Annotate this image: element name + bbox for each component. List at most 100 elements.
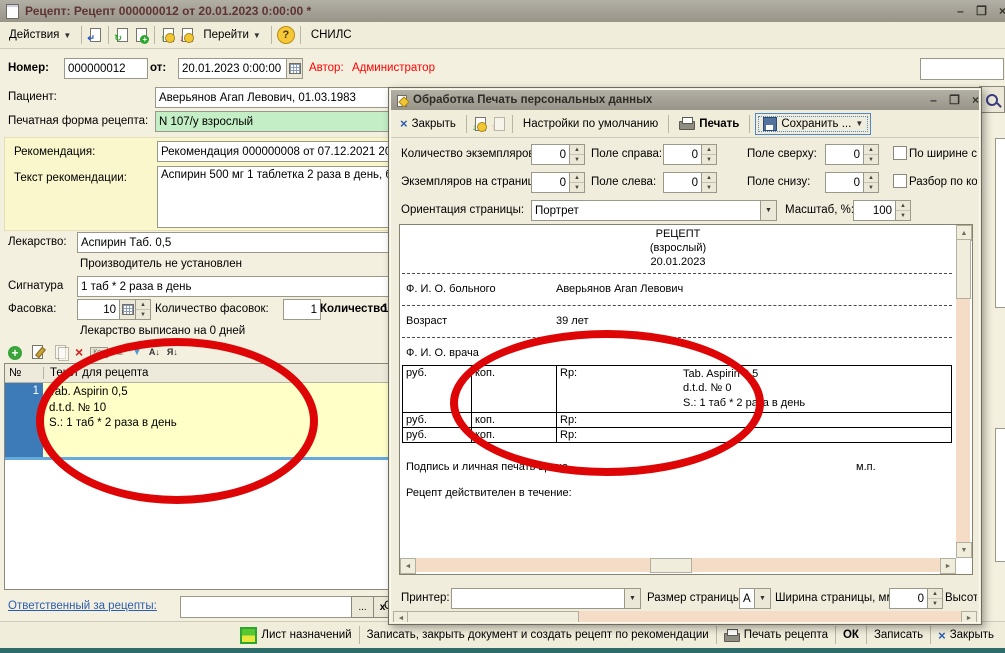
calculator-icon[interactable] xyxy=(119,300,135,319)
page-size-select[interactable]: A ▼ xyxy=(739,588,771,609)
goto-menu-button[interactable]: Перейти▼ xyxy=(198,27,266,43)
move-up-icon[interactable]: ▲ xyxy=(115,347,125,358)
scroll-down-icon[interactable]: ▼ xyxy=(956,542,972,558)
responsible-link[interactable]: Ответственный за рецепты: xyxy=(8,600,157,612)
margin-right-stepper[interactable]: 0 ▲▼ xyxy=(663,144,717,165)
default-settings-button[interactable]: Настройки по умолчанию xyxy=(518,116,663,132)
spinner-buttons[interactable]: ▲▼ xyxy=(863,145,878,164)
margin-top-stepper[interactable]: 0 ▲▼ xyxy=(825,144,879,165)
unpost-document-icon[interactable]: ↓ xyxy=(179,27,195,43)
save-settings-icon[interactable]: ↓ xyxy=(472,116,488,132)
patient-label: Пациент: xyxy=(8,91,57,103)
search-button[interactable] xyxy=(979,86,1005,113)
signature-input[interactable]: 1 таб * 2 раза в день xyxy=(77,276,398,297)
preview-vscrollbar[interactable]: ▲ ▼ xyxy=(956,225,970,558)
add-row-icon[interactable]: + xyxy=(8,346,22,360)
sort-asc-icon[interactable]: А↓ xyxy=(149,348,160,357)
drug-input[interactable]: Аспирин Таб. 0,5 xyxy=(77,232,398,253)
recommendation-input[interactable]: Рекомендация 000000008 от 07.12.2021 20:… xyxy=(157,141,397,162)
minimize-icon[interactable]: – xyxy=(952,4,969,19)
post-document-icon[interactable]: ↑ xyxy=(160,27,176,43)
help-icon[interactable]: ? xyxy=(277,26,295,44)
preview-hscrollbar[interactable]: ◄ ► xyxy=(400,558,956,572)
dialog-close-icon[interactable]: × xyxy=(967,93,980,108)
calendar-icon[interactable] xyxy=(286,59,302,78)
number-input[interactable]: 000000012 xyxy=(64,58,148,79)
recommendation-text-area[interactable]: Аспирин 500 мг 1 таблетка 2 раза в день,… xyxy=(157,166,397,228)
spinner-buttons[interactable]: ▲▼ xyxy=(895,201,910,220)
snils-button[interactable]: СНИЛС xyxy=(306,27,357,43)
collate-checkbox[interactable] xyxy=(893,174,907,188)
dialog-minimize-icon[interactable]: – xyxy=(925,93,942,108)
save-button[interactable]: Записать xyxy=(869,627,928,643)
scroll-right-icon[interactable]: ► xyxy=(940,558,956,574)
move-down-icon[interactable]: ▼ xyxy=(132,347,142,358)
save-close-create-button[interactable]: Записать, закрыть документ и создать рец… xyxy=(362,627,714,643)
dialog-maximize-icon[interactable]: ❒ xyxy=(946,93,963,108)
dialog-close-button[interactable]: × Закрыть xyxy=(395,115,461,132)
printer-select[interactable]: ▼ xyxy=(451,588,641,609)
status-strip xyxy=(0,648,1005,653)
end-edit-icon[interactable]: Кон xyxy=(90,347,108,358)
close-icon[interactable]: × xyxy=(994,4,1005,19)
copy-new-icon[interactable]: + xyxy=(133,27,149,43)
table-row[interactable]: 1 Tab. Aspirin 0,5 d.t.d. № 10 S.: 1 таб… xyxy=(5,383,391,457)
sort-desc-icon[interactable]: Я↓ xyxy=(167,348,178,357)
spinner-buttons[interactable]: ▲▼ xyxy=(701,145,716,164)
rp-line-3: S.: 1 таб * 2 раза в день xyxy=(683,396,805,410)
responsible-select-button[interactable]: ... xyxy=(351,596,374,618)
print-recipe-button[interactable]: Печать рецепта xyxy=(719,627,833,644)
page-width-stepper[interactable]: 0 ▲▼ xyxy=(889,588,943,609)
dialog-hscrollbar[interactable]: ◄ ► xyxy=(393,611,977,623)
scale-stepper[interactable]: 100 ▲▼ xyxy=(853,200,911,221)
reread-icon[interactable]: ↵ xyxy=(87,27,103,43)
row-line-1: Tab. Aspirin 0,5 xyxy=(49,385,385,401)
patient-input[interactable]: Аверьянов Агап Левович, 01.03.1983 xyxy=(155,87,398,108)
spinner-buttons[interactable]: ▲▼ xyxy=(863,173,878,192)
actions-menu-button[interactable]: Действия▼ xyxy=(4,27,76,43)
column-header-text[interactable]: Текст для рецепта xyxy=(44,367,148,379)
refresh-icon[interactable]: ↻ xyxy=(114,27,130,43)
row-text-cell[interactable]: Tab. Aspirin 0,5 d.t.d. № 10 S.: 1 таб *… xyxy=(43,383,391,457)
spinner-buttons[interactable]: ▲▼ xyxy=(701,173,716,192)
copies-label: Количество экземпляров: xyxy=(401,148,538,160)
ok-button[interactable]: ОК xyxy=(838,627,864,643)
scale-label: Масштаб, %: xyxy=(785,204,854,216)
column-header-number[interactable]: № xyxy=(5,367,44,379)
dialog-print-button[interactable]: Печать xyxy=(674,115,744,132)
date-input[interactable]: 20.01.2023 0:00:00 xyxy=(178,58,303,79)
top-right-input[interactable] xyxy=(920,58,1004,80)
maximize-icon[interactable]: ❒ xyxy=(973,4,990,19)
spinner-buttons[interactable]: ▲▼ xyxy=(927,589,942,608)
scroll-right-icon[interactable]: ► xyxy=(961,611,977,623)
hscroll-thumb[interactable] xyxy=(650,558,692,573)
restore-settings-icon[interactable]: ↑ xyxy=(491,116,507,132)
assignment-sheet-button[interactable]: Лист назначений xyxy=(235,625,356,646)
per-page-stepper[interactable]: 0 ▲▼ xyxy=(531,172,585,193)
preview-patient-value: Аверьянов Агап Левович xyxy=(556,283,683,295)
scroll-left-icon[interactable]: ◄ xyxy=(400,558,416,574)
orientation-select[interactable]: Портрет ▼ xyxy=(531,200,777,221)
spinner-buttons[interactable]: ▲▼ xyxy=(569,145,584,164)
delete-row-icon[interactable]: × xyxy=(75,345,83,359)
background-field-fragment xyxy=(995,428,1005,562)
packing-count-input[interactable]: 1 xyxy=(283,299,321,320)
dialog-save-button[interactable]: Сохранить ... ▼ xyxy=(755,113,871,135)
spinner-buttons[interactable]: ▲▼ xyxy=(569,173,584,192)
margin-left-stepper[interactable]: 0 ▲▼ xyxy=(663,172,717,193)
print-form-input[interactable]: N 107/у взрослый xyxy=(155,111,398,132)
vscroll-thumb[interactable] xyxy=(956,239,971,299)
fit-width-checkbox[interactable] xyxy=(893,146,907,160)
preview-doc-subtitle: (взрослый) xyxy=(400,242,956,254)
copies-stepper[interactable]: 0 ▲▼ xyxy=(531,144,585,165)
packing-stepper[interactable]: 10 ▲▼ xyxy=(77,299,151,320)
row-number-cell[interactable]: 1 xyxy=(5,383,43,457)
responsible-input[interactable] xyxy=(180,596,358,618)
spinner-buttons[interactable]: ▲▼ xyxy=(135,300,150,319)
edit-row-icon[interactable] xyxy=(29,344,45,360)
copy-row-icon[interactable] xyxy=(52,344,68,360)
hscroll-thumb[interactable] xyxy=(407,611,579,623)
margin-bottom-stepper[interactable]: 0 ▲▼ xyxy=(825,172,879,193)
close-window-button[interactable]: × Закрыть xyxy=(933,627,999,644)
days-note: Лекарство выписано на 0 дней xyxy=(80,325,245,337)
